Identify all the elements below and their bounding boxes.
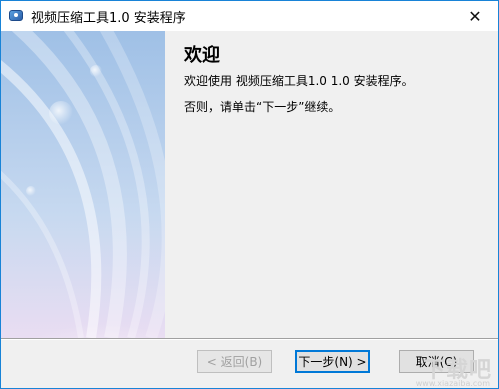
button-bar: < 返回(B) 下一步(N) > 取消(C) 下载吧 www.xiazaiba.… bbox=[1, 340, 498, 388]
welcome-text: 欢迎使用 视频压缩工具1.0 1.0 安装程序。 bbox=[184, 74, 414, 88]
page-title: 欢迎 bbox=[184, 45, 220, 66]
watermark-url: www.xiazaiba.com bbox=[415, 379, 490, 388]
side-banner-image bbox=[1, 31, 165, 338]
window-title: 视频压缩工具1.0 安装程序 bbox=[31, 10, 186, 26]
installer-window: 视频压缩工具1.0 安装程序 ✕ 欢迎 欢迎使用 视频压缩工具1.0 1.0 安… bbox=[0, 0, 499, 389]
installer-app-icon bbox=[9, 8, 25, 24]
instruction-text: 否则，请单击“下一步”继续。 bbox=[184, 100, 341, 114]
welcome-panel: 欢迎 欢迎使用 视频压缩工具1.0 1.0 安装程序。 否则，请单击“下一步”继… bbox=[165, 31, 498, 338]
back-button[interactable]: < 返回(B) bbox=[197, 350, 272, 373]
next-button[interactable]: 下一步(N) > bbox=[295, 350, 370, 373]
wizard-content: 欢迎 欢迎使用 视频压缩工具1.0 1.0 安装程序。 否则，请单击“下一步”继… bbox=[1, 31, 498, 338]
title-bar: 视频压缩工具1.0 安装程序 ✕ bbox=[1, 1, 498, 31]
close-icon[interactable]: ✕ bbox=[452, 1, 498, 31]
